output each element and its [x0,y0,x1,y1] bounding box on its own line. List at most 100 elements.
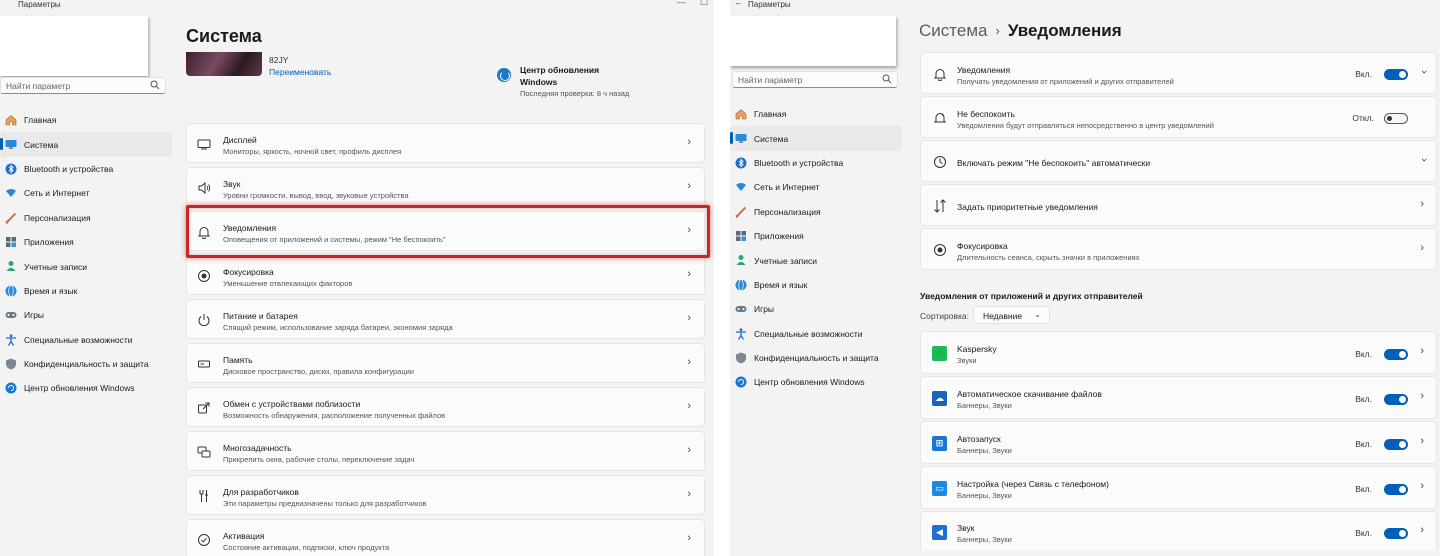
sidebar-item-windows-update[interactable]: Центр обновления Windows [0,376,172,400]
accounts-icon [6,261,16,272]
app-subtitle: Баннеры, Звуки [957,535,1012,544]
app-name: Автозапуск [957,434,1001,444]
search-icon[interactable] [882,74,892,84]
kaspersky-icon: K [932,346,947,361]
sidebar-item-privacy[interactable]: Конфиденциальность и защита [0,352,172,376]
setting-activation[interactable]: Активация Состояние активации, подписки,… [186,519,705,556]
setting-auto-do-not-disturb[interactable]: Включать режим "Не беспокоить" автоматич… [920,140,1437,182]
sidebar-item-accounts[interactable]: Учетные записи [0,254,172,278]
sidebar-item-personalization[interactable]: Персонализация [730,200,902,224]
app-toggle[interactable] [1384,439,1408,450]
app-row-autoplay[interactable]: ⊞ Автозапуск Баннеры, Звуки Вкл. › [920,421,1437,464]
setting-subtitle: Длительность сеанса, скрыть значки в при… [957,253,1140,262]
sidebar-item-apps[interactable]: Приложения [730,224,902,248]
sidebar-item-gaming[interactable]: Игры [0,303,172,327]
setting-do-not-disturb[interactable]: z Не беспокоить Уведомления будут отправ… [920,96,1437,138]
sidebar-item-label: Время и язык [754,279,808,290]
setting-multitasking[interactable]: Многозадачность Прикрепить окна, рабочие… [186,431,705,471]
device-name: 82JY [269,55,289,65]
sidebar-item-system[interactable]: Система [730,126,902,151]
sidebar-item-bluetooth[interactable]: Bluetooth и устройства [0,157,172,181]
app-name: Kaspersky [957,344,997,354]
breadcrumb-parent[interactable]: Система [919,21,987,40]
app-toggle[interactable] [1384,349,1408,360]
setting-nearby-sharing[interactable]: Обмен с устройствами поблизости Возможно… [186,387,705,427]
phone-link-icon: ▭ [932,481,947,496]
sidebar-item-privacy[interactable]: Конфиденциальность и защита [730,346,902,370]
setting-subtitle: Спящий режим, использование заряда батар… [223,323,453,332]
app-row-kaspersky[interactable]: K Kaspersky Звуки Вкл. › [920,331,1437,374]
toggle-state-label: Откл. [1352,113,1374,123]
sidebar-item-accessibility[interactable]: Специальные возможности [0,328,172,352]
chevron-right-icon: › [687,356,691,368]
app-row-auto-download[interactable]: ☁ Автоматическое скачивание файлов Банне… [920,376,1437,419]
app-toggle[interactable] [1384,394,1408,405]
shield-icon [6,358,16,370]
account-card[interactable] [0,16,148,76]
sidebar-item-label: Центр обновления Windows [754,377,865,388]
sidebar-item-system[interactable]: Система [0,132,172,157]
globe-icon [735,278,747,291]
sidebar-item-home[interactable]: Главная [730,102,902,126]
setting-priority-notifications[interactable]: Задать приоритетные уведомления › [920,184,1437,226]
settings-window-system: Параметры — ☐ Найти параметр Главная Сис… [0,0,714,556]
sidebar-item-windows-update[interactable]: Центр обновления Windows [730,370,902,394]
do-not-disturb-toggle[interactable] [1384,113,1408,124]
app-row-sound[interactable]: ◀ Звук Баннеры, Звуки Вкл. › [920,511,1437,554]
network-icon [6,189,16,198]
sidebar-item-bluetooth[interactable]: Bluetooth и устройства [730,151,902,175]
sidebar-item-time-language[interactable]: Время и язык [0,279,172,303]
sidebar-item-time-language[interactable]: Время и язык [730,273,902,297]
sidebar-item-gaming[interactable]: Игры [730,297,902,321]
setting-notifications-master[interactable]: Уведомления Получать уведомления от прил… [920,52,1437,94]
search-input[interactable]: Найти параметр [732,71,898,88]
page-title: Уведомления [1007,21,1122,40]
setting-display[interactable]: Дисплей Мониторы, яркость, ночной свет, … [186,123,705,163]
setting-focus[interactable]: Фокусировка Уменьшение отвлекающих факто… [186,255,705,295]
app-toggle[interactable] [1384,528,1408,539]
windows-update-link[interactable]: Центр обновления Windows [520,64,620,88]
sidebar-item-network[interactable]: Сеть и Интернет [730,175,902,199]
setting-subtitle: Уровни громкости, вывод, ввод, звуковые … [223,191,409,200]
search-icon[interactable] [150,80,160,90]
developer-icon [199,490,208,502]
home-icon [5,115,17,126]
setting-storage[interactable]: Память Дисковое пространство, диски, пра… [186,343,705,383]
sidebar-item-accounts[interactable]: Учетные записи [730,248,902,272]
setting-title: Звук [223,179,241,189]
window-title: Параметры [748,0,791,9]
sidebar-item-label: Приложения [24,237,74,248]
sidebar-item-network[interactable]: Сеть и Интернет [0,181,172,205]
account-card[interactable] [730,16,896,66]
sidebar-item-home[interactable]: Главная [0,108,172,132]
window-bottom-edge [730,550,1440,556]
rename-link[interactable]: Переименовать [269,67,331,77]
sidebar-item-label: Главная [24,115,57,126]
chevron-right-icon: › [1420,345,1424,357]
setting-focus[interactable]: Фокусировка Длительность сеанса, скрыть … [920,228,1437,270]
notifications-toggle[interactable] [1384,69,1408,80]
sort-dropdown[interactable]: Недавние ⌄ [973,306,1050,324]
setting-title: Многозадачность [223,443,292,453]
chevron-down-icon[interactable]: › [1418,158,1430,162]
search-input[interactable]: Найти параметр [0,77,166,94]
minimize-button[interactable]: — [677,0,686,7]
setting-developers[interactable]: Для разработчиков Эти параметры предназн… [186,475,705,515]
setting-power[interactable]: Питание и батарея Спящий режим, использо… [186,299,705,339]
chevron-down-icon[interactable]: › [1418,70,1430,74]
speaker-icon [198,181,211,195]
setting-title: Дисплей [223,135,257,145]
setting-sound[interactable]: Звук Уровни громкости, вывод, ввод, звук… [186,167,705,207]
network-icon [736,183,746,192]
app-row-phone-link-setup[interactable]: ▭ Настройка (через Связь с телефоном) Ба… [920,466,1437,509]
back-arrow-icon[interactable]: ← [734,0,743,7]
chevron-right-icon: › [687,180,691,192]
maximize-button[interactable]: ☐ [700,0,708,8]
setting-title: Не беспокоить [957,109,1015,119]
sidebar-item-apps[interactable]: Приложения [0,230,172,254]
sidebar-item-accessibility[interactable]: Специальные возможности [730,322,902,346]
app-toggle[interactable] [1384,484,1408,495]
brush-icon [5,212,17,224]
title-bar: Параметры — ☐ [0,0,714,10]
sidebar-item-personalization[interactable]: Персонализация [0,206,172,230]
